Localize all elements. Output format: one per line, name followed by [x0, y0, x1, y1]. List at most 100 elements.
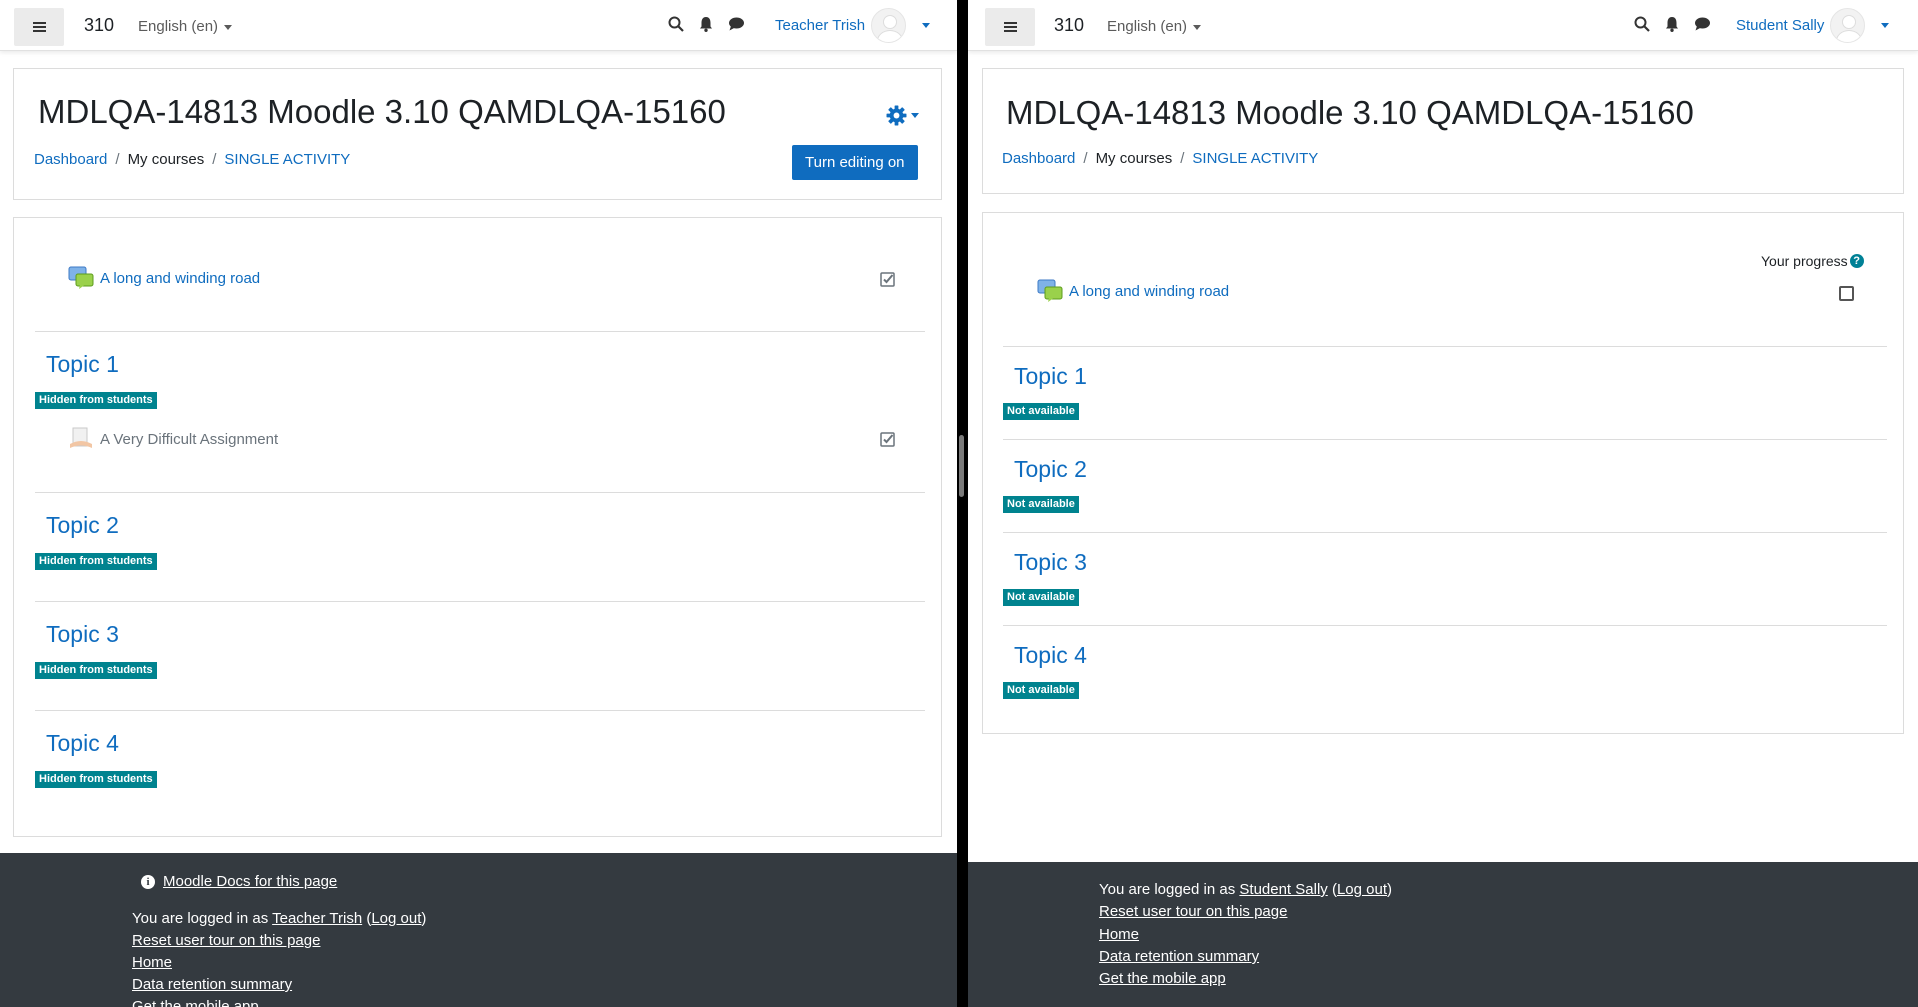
section-divider — [35, 331, 925, 332]
home-link[interactable]: Home — [132, 954, 172, 971]
teacher-window: 310 English (en) Teacher Trish MDLQA-148… — [0, 0, 957, 1007]
page-footer: You are logged in as Student Sally (Log … — [968, 862, 1918, 1007]
home-link[interactable]: Home — [1099, 926, 1139, 943]
completion-checked-icon[interactable] — [880, 432, 895, 447]
breadcrumb-my-courses: My courses — [1095, 150, 1173, 167]
reset-tour-link[interactable]: Reset user tour on this page — [1099, 903, 1287, 920]
page-title: MDLQA-14813 Moodle 3.10 QAMDLQA-15160 — [38, 93, 726, 130]
nav-icons — [668, 16, 745, 32]
hidden-badge: Hidden from students — [35, 662, 157, 679]
site-name[interactable]: 310 — [1054, 15, 1084, 36]
data-retention-link[interactable]: Data retention summary — [1099, 948, 1259, 965]
page-header-card: MDLQA-14813 Moodle 3.10 QAMDLQA-15160 Da… — [982, 68, 1904, 194]
activity-assignment[interactable]: A Very Difficult Assignment — [68, 426, 278, 452]
breadcrumb: Dashboard / My courses / SINGLE ACTIVITY — [34, 151, 350, 168]
activity-forum[interactable]: A long and winding road — [1037, 279, 1229, 303]
turn-editing-on-button[interactable]: Turn editing on — [792, 145, 918, 180]
language-label: English (en) — [138, 18, 219, 35]
activity-forum[interactable]: A long and winding road — [68, 266, 260, 290]
gear-icon — [886, 105, 907, 126]
chevron-down-icon — [911, 113, 919, 118]
topic-3-title[interactable]: Topic 3 — [46, 621, 119, 648]
not-available-badge: Not available — [1003, 403, 1079, 420]
breadcrumb-course[interactable]: SINGLE ACTIVITY — [224, 151, 350, 168]
user-name: Student Sally — [1736, 17, 1825, 34]
section-divider — [1003, 346, 1887, 347]
user-menu[interactable]: Student Sally — [1736, 8, 1890, 43]
course-content-card: Your progress? A long and winding road T… — [982, 212, 1904, 734]
chevron-down-icon — [1193, 24, 1202, 30]
section-divider — [35, 601, 925, 602]
mobile-app-link[interactable]: Get the mobile app — [1099, 970, 1226, 987]
bell-icon[interactable] — [1664, 16, 1680, 32]
forum-icon — [1037, 279, 1063, 302]
split-resize-handle[interactable] — [959, 435, 964, 497]
student-window: 310 English (en) Student Sally MDLQA-148… — [968, 0, 1918, 1007]
search-icon[interactable] — [1634, 16, 1650, 32]
search-icon[interactable] — [668, 16, 684, 32]
topic-2-title[interactable]: Topic 2 — [1014, 456, 1087, 483]
topic-2-title[interactable]: Topic 2 — [46, 512, 119, 539]
logout-link[interactable]: Log out — [1337, 881, 1387, 898]
section-divider — [35, 492, 925, 493]
not-available-badge: Not available — [1003, 682, 1079, 699]
logged-in-text: You are logged in as — [1099, 881, 1240, 898]
breadcrumb-separator: / — [1083, 150, 1088, 167]
course-content-card: A long and winding road Topic 1 Hidden f… — [13, 217, 942, 837]
chat-icon[interactable] — [728, 16, 745, 32]
breadcrumb-separator: / — [212, 151, 217, 168]
user-profile-link[interactable]: Student Sally — [1239, 881, 1327, 898]
breadcrumb: Dashboard / My courses / SINGLE ACTIVITY — [1002, 150, 1318, 167]
breadcrumb-dashboard[interactable]: Dashboard — [1002, 150, 1075, 167]
chevron-down-icon — [922, 23, 931, 28]
breadcrumb-course[interactable]: SINGLE ACTIVITY — [1192, 150, 1318, 167]
chat-icon[interactable] — [1694, 16, 1711, 32]
bell-icon[interactable] — [698, 16, 714, 32]
menu-toggle-button[interactable] — [985, 8, 1035, 46]
help-icon[interactable]: ? — [1849, 254, 1864, 268]
avatar — [1830, 8, 1866, 43]
logged-in-text: You are logged in as — [132, 910, 273, 927]
breadcrumb-my-courses: My courses — [127, 151, 205, 168]
reset-tour-link[interactable]: Reset user tour on this page — [132, 932, 320, 949]
mobile-app-link[interactable]: Get the mobile app — [132, 998, 259, 1007]
course-actions-menu[interactable] — [886, 105, 919, 126]
topic-3-title[interactable]: Topic 3 — [1014, 549, 1087, 576]
progress-text: Your progress — [1761, 253, 1848, 269]
data-retention-link[interactable]: Data retention summary — [132, 976, 292, 993]
activity-link[interactable]: A Very Difficult Assignment — [100, 431, 278, 448]
page-header-card: MDLQA-14813 Moodle 3.10 QAMDLQA-15160 Da… — [13, 68, 942, 200]
assignment-icon — [70, 427, 92, 448]
chevron-down-icon — [1881, 23, 1890, 28]
hamburger-icon — [32, 22, 46, 32]
topic-4-title[interactable]: Topic 4 — [1014, 642, 1087, 669]
topic-1-title[interactable]: Topic 1 — [46, 351, 119, 378]
not-available-badge: Not available — [1003, 496, 1079, 513]
section-divider — [1003, 439, 1887, 440]
page-title: MDLQA-14813 Moodle 3.10 QAMDLQA-15160 — [1006, 94, 1694, 131]
language-menu[interactable]: English (en) — [138, 18, 233, 35]
info-icon: i — [141, 875, 155, 890]
logged-in-info: You are logged in as Teacher Trish (Log … — [132, 910, 427, 927]
language-label: English (en) — [1107, 18, 1188, 35]
user-name: Teacher Trish — [775, 17, 866, 34]
language-menu[interactable]: English (en) — [1107, 18, 1202, 35]
progress-label: Your progress? — [1761, 253, 1864, 269]
menu-toggle-button[interactable] — [14, 8, 64, 46]
topic-4-title[interactable]: Topic 4 — [46, 730, 119, 757]
breadcrumb-dashboard[interactable]: Dashboard — [34, 151, 107, 168]
logged-in-info: You are logged in as Student Sally (Log … — [1099, 881, 1392, 898]
completion-checkbox[interactable] — [1839, 286, 1854, 301]
chevron-down-icon — [224, 24, 233, 30]
nav-icons — [1634, 16, 1711, 32]
logout-link[interactable]: Log out — [371, 910, 421, 927]
topic-1-title[interactable]: Topic 1 — [1014, 363, 1087, 390]
section-divider — [35, 710, 925, 711]
user-menu[interactable]: Teacher Trish — [775, 8, 931, 43]
site-name[interactable]: 310 — [84, 15, 114, 36]
user-profile-link[interactable]: Teacher Trish — [272, 910, 362, 927]
activity-link[interactable]: A long and winding road — [1069, 283, 1229, 300]
moodle-docs-link[interactable]: Moodle Docs for this page — [163, 873, 337, 890]
completion-checked-icon[interactable] — [880, 272, 895, 287]
activity-link[interactable]: A long and winding road — [100, 270, 260, 287]
